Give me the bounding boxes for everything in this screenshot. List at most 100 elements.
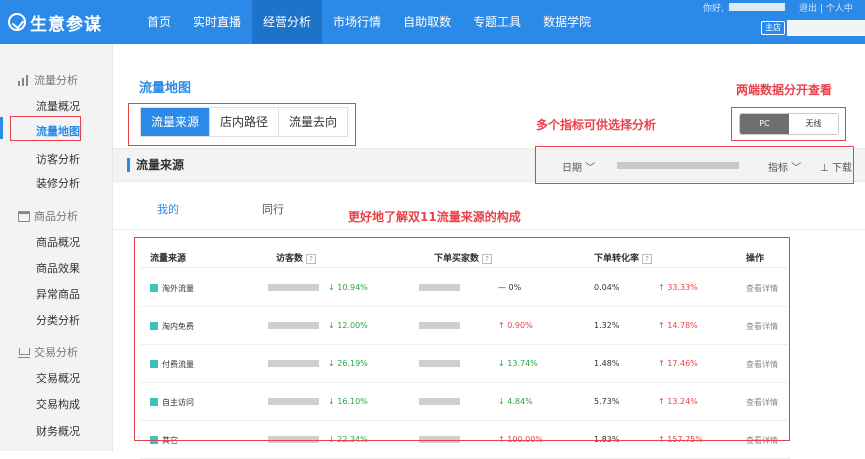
arrow-down-icon: ↓ — [328, 359, 338, 368]
rate-change-value: 14.78% — [667, 321, 698, 330]
brand-name: 生意参谋 — [30, 14, 102, 35]
sidebar-item[interactable]: 财务概况 — [36, 423, 80, 439]
help-icon[interactable]: ? — [642, 254, 653, 264]
tab[interactable]: 店内路径 — [210, 108, 280, 136]
arrow-up-icon: ↑ — [498, 321, 508, 330]
masked-visitors — [268, 322, 319, 329]
traffic-tabs: 流量来源 店内路径 流量去向 — [140, 107, 349, 137]
masked-visitors — [268, 436, 319, 443]
help-icon[interactable]: ? — [482, 254, 493, 264]
date-picker[interactable]: 日期 ﹀ — [562, 159, 595, 174]
brand-logo[interactable]: 生意参谋 — [8, 10, 102, 35]
sidebar-group[interactable]: 商品分析 — [18, 208, 78, 224]
arrow-up-icon: ↑ — [658, 283, 668, 292]
masked-username — [729, 3, 785, 11]
visitors-change-value: 26.19% — [337, 359, 368, 368]
table-row: 自主访问 ↓ 16.10% ↓ 4.84% 5.73% ↑ 13.24% 查看详情 — [140, 383, 790, 421]
nav-item[interactable]: 自助取数 — [392, 0, 462, 44]
sidebar-item[interactable]: 访客分析 — [36, 151, 80, 167]
header-rate: 下单转化率? — [594, 251, 653, 264]
rate-change: ↑ 13.24% — [658, 397, 698, 406]
sidebar-item[interactable]: 商品效果 — [36, 260, 80, 276]
sidebar-group-label: 交易分析 — [34, 346, 78, 359]
rate-change-value: 33.33% — [667, 283, 698, 292]
source-label: 淘外流量 — [162, 284, 194, 293]
sidebar-group[interactable]: 流量分析 — [18, 72, 78, 88]
annotation-double11: 更好地了解双11流量来源的构成 — [348, 210, 521, 224]
nav-item[interactable]: 实时直播 — [182, 0, 252, 44]
dash-icon: — — [498, 283, 509, 292]
sidebar-item[interactable]: 流量地图 — [36, 123, 80, 139]
header-visitors: 访客数? — [276, 251, 317, 264]
source-cell: 其它 — [150, 435, 178, 446]
source-square-icon — [150, 436, 158, 444]
chevron-down-icon: ﹀ — [585, 163, 596, 174]
source-label: 其它 — [162, 436, 178, 445]
visitors-change: ↓ 10.94% — [328, 283, 368, 292]
tab[interactable]: 流量来源 — [141, 108, 211, 136]
masked-buyers — [419, 322, 460, 329]
visitors-change-value: 10.94% — [337, 283, 368, 292]
view-details-link[interactable]: 查看详情 — [746, 359, 778, 370]
visitors-change-value: 12.00% — [337, 321, 368, 330]
bar-chart-icon — [18, 74, 30, 86]
metric-label: 指标 — [768, 163, 788, 174]
masked-buyers — [419, 360, 460, 367]
arrow-down-icon: ↓ — [328, 435, 338, 444]
annotation-dual-device: 两端数据分开查看 — [736, 83, 833, 97]
device-pc-button[interactable]: PC — [740, 114, 789, 134]
subtab-peer[interactable]: 同行 — [262, 201, 284, 217]
sidebar: 流量分析流量概况流量地图访客分析装修分析商品分析商品概况商品效果异常商品分类分析… — [0, 44, 113, 451]
nav-item[interactable]: 数据学院 — [532, 0, 602, 44]
masked-buyers — [419, 284, 460, 291]
header-buyers-label: 下单买家数 — [434, 254, 480, 264]
nav-item[interactable]: 市场行情 — [322, 0, 392, 44]
bar-icon-stroke — [22, 77, 24, 86]
arrow-up-icon: ↑ — [658, 321, 668, 330]
source-cell: 自主访问 — [150, 397, 194, 408]
download-button[interactable]: ⊥ 下载 — [820, 159, 852, 174]
visitors-change: ↓ 22.34% — [328, 435, 368, 444]
subtab-mine[interactable]: 我的 — [157, 201, 179, 217]
arrow-down-icon: ↓ — [498, 359, 508, 368]
sidebar-group-label: 商品分析 — [34, 210, 78, 223]
source-square-icon — [150, 360, 158, 368]
sidebar-item[interactable]: 交易构成 — [36, 396, 80, 412]
conversion-rate: 5.73% — [594, 397, 620, 406]
rate-change: ↑ 14.78% — [658, 321, 698, 330]
section-title: 流量来源 — [127, 158, 184, 172]
sidebar-item[interactable]: 商品概况 — [36, 234, 80, 250]
sidebar-item[interactable]: 分类分析 — [36, 312, 80, 328]
rate-change: ↑ 17.46% — [658, 359, 698, 368]
view-details-link[interactable]: 查看详情 — [746, 283, 778, 294]
rate-change-value: 13.24% — [667, 397, 698, 406]
main-nav: 首页 实时直播 经营分析 市场行情 自助取数 专题工具 数据学院 — [136, 0, 602, 44]
buyers-change-value: 13.74% — [507, 359, 538, 368]
metric-selector[interactable]: 指标 ﹀ — [768, 159, 801, 174]
greeting-text: 你好, — [703, 4, 724, 14]
view-details-link[interactable]: 查看详情 — [746, 397, 778, 408]
sidebar-item[interactable]: 流量概况 — [36, 98, 80, 114]
help-icon[interactable]: ? — [306, 254, 317, 264]
device-wireless-button[interactable]: 无线 — [789, 114, 838, 134]
buyers-change: ↓ 4.84% — [498, 397, 533, 406]
main-shop-tag[interactable]: 主店 — [761, 21, 785, 35]
sidebar-item[interactable]: 异常商品 — [36, 286, 80, 302]
view-details-link[interactable]: 查看详情 — [746, 321, 778, 332]
logout-link[interactable]: 退出 | 个人中 — [799, 1, 853, 14]
source-square-icon — [150, 398, 158, 406]
sidebar-group[interactable]: 交易分析 — [18, 344, 78, 360]
visitors-change-value: 22.34% — [337, 435, 368, 444]
sidebar-item[interactable]: 交易概况 — [36, 370, 80, 386]
nav-item[interactable]: 专题工具 — [462, 0, 532, 44]
nav-item[interactable]: 经营分析 — [252, 0, 323, 44]
nav-item[interactable]: 首页 — [136, 0, 182, 44]
source-cell: 淘内免费 — [150, 321, 194, 332]
source-label: 淘内免费 — [162, 322, 194, 331]
source-square-icon — [150, 284, 158, 292]
view-details-link[interactable]: 查看详情 — [746, 435, 778, 446]
tab[interactable]: 流量去向 — [279, 108, 347, 136]
header-source: 流量来源 — [150, 254, 187, 264]
conversion-rate: 1.32% — [594, 321, 620, 330]
sidebar-item[interactable]: 装修分析 — [36, 175, 80, 191]
